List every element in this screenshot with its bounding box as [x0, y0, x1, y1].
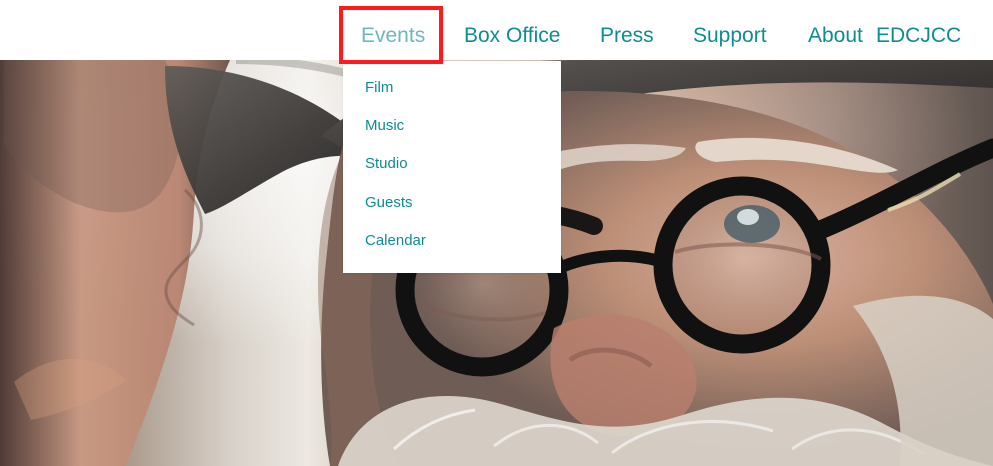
events-dropdown-menu: Film Music Studio Guests Calendar — [343, 61, 561, 273]
nav-item-events[interactable]: Events — [361, 21, 425, 51]
dropdown-item-studio[interactable]: Studio — [365, 153, 408, 175]
nav-item-about[interactable]: About — [808, 21, 863, 51]
nav-item-press[interactable]: Press — [600, 21, 654, 51]
nav-item-box-office[interactable]: Box Office — [464, 21, 561, 51]
dropdown-item-film[interactable]: Film — [365, 77, 393, 99]
nav-item-edcjcc[interactable]: EDCJCC — [876, 21, 961, 51]
dropdown-item-calendar[interactable]: Calendar — [365, 230, 426, 252]
dropdown-item-guests[interactable]: Guests — [365, 192, 413, 214]
nav-item-support[interactable]: Support — [693, 21, 767, 51]
page: Events Box Office Press Support About ED… — [0, 0, 993, 466]
dropdown-item-music[interactable]: Music — [365, 115, 404, 137]
top-navigation: Events Box Office Press Support About ED… — [0, 0, 993, 60]
